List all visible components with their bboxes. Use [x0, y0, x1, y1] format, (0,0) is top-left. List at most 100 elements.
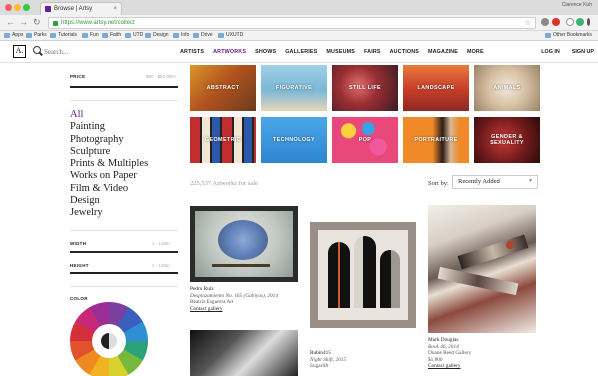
nav-artists[interactable]: ARTISTS — [180, 49, 204, 55]
width-range-text: 1 - 120in — [152, 241, 170, 246]
color-wheel-picker[interactable] — [70, 302, 148, 376]
contact-gallery-link[interactable]: Contact gallery — [428, 363, 538, 370]
tab-close-icon[interactable]: × — [113, 3, 117, 15]
nav-shows[interactable]: SHOWS — [255, 49, 276, 55]
divider — [70, 230, 178, 231]
category-prints-multiples[interactable]: Prints & Multiples — [70, 158, 148, 170]
tile-still-life[interactable]: STILL LIFE — [332, 65, 398, 111]
bookmark-drive[interactable]: Drive — [193, 31, 213, 40]
browser-toolbar: ← → ↻ https://www.artsy.net/collect ☆ — [0, 15, 598, 31]
grammarly-icon[interactable] — [576, 18, 584, 26]
bookmark-faith[interactable]: Faith — [102, 31, 121, 40]
tile-pop[interactable]: POP — [332, 117, 398, 163]
tab-title: Browse | Artsy — [54, 6, 93, 12]
nav-galleries[interactable]: GALLERIES — [285, 49, 317, 55]
tile-portraiture[interactable]: PORTRAITURE — [403, 117, 469, 163]
tile-gender-sexuality[interactable]: GENDER & SEXUALITY — [474, 117, 540, 163]
sort-dropdown[interactable]: Recently Added ▼ — [452, 175, 538, 189]
tile-landscape[interactable]: LANDSCAPE — [403, 65, 469, 111]
bookmark-star-icon[interactable]: ☆ — [525, 18, 531, 29]
url-text: https://www.artsy.net/collect — [61, 20, 135, 26]
search-input[interactable] — [44, 45, 164, 58]
nav-auctions[interactable]: AUCTIONS — [390, 49, 419, 55]
artwork-gallery[interactable]: Sugarlift — [310, 363, 420, 370]
category-works-on-paper[interactable]: Works on Paper — [70, 170, 148, 182]
results-count: 225,537 Artworks for sale — [190, 180, 258, 187]
artwork-gallery[interactable]: Beatriz Esguerra Art — [190, 299, 300, 306]
pinterest-icon[interactable] — [552, 18, 560, 26]
category-jewelry[interactable]: Jewelry — [70, 207, 148, 219]
search-icon — [33, 46, 41, 54]
nav-artworks[interactable]: ARTWORKS — [213, 49, 246, 55]
login-link[interactable]: LOG IN — [541, 49, 560, 55]
menu-icon[interactable] — [587, 18, 590, 26]
chevron-down-icon: ▼ — [528, 179, 533, 184]
back-arrow-icon[interactable]: ← — [6, 17, 15, 28]
extension-icon[interactable] — [541, 18, 549, 26]
category-photography[interactable]: Photography — [70, 134, 148, 146]
artwork-fold — [457, 234, 529, 270]
bookmark-uxutd[interactable]: UXUTD — [218, 31, 243, 40]
category-film-video[interactable]: Film & Video — [70, 183, 148, 195]
bookmark-utd[interactable]: UTD — [125, 31, 143, 40]
category-design[interactable]: Design — [70, 195, 148, 207]
width-filter-label: WIDTH — [70, 241, 87, 246]
window-minimize-button[interactable] — [14, 4, 21, 11]
category-sculpture[interactable]: Sculpture — [70, 146, 148, 158]
artwork-foliage — [218, 220, 268, 260]
tile-label: PORTRAITURE — [414, 137, 458, 143]
artwork-artist[interactable]: Pedro Ruiz — [190, 286, 300, 293]
bookmark-parks[interactable]: Parks — [26, 31, 47, 40]
profile-name[interactable]: Clarence Kuh — [562, 2, 592, 8]
artwork-shape — [380, 250, 400, 308]
category-painting[interactable]: Painting — [70, 121, 148, 133]
bookmarks-bar: Apps Parks Tutorials Fun Faith UTD Desig… — [0, 31, 598, 41]
artsy-logo[interactable]: A. — [13, 45, 26, 58]
address-bar[interactable]: https://www.artsy.net/collect ☆ — [48, 17, 536, 29]
window-zoom-button[interactable] — [23, 4, 30, 11]
artwork-image-rubin415[interactable] — [310, 222, 416, 328]
height-range-text: 1 - 120in — [152, 263, 170, 268]
forward-arrow-icon[interactable]: → — [19, 17, 28, 28]
artwork-image-bw-abstract[interactable] — [190, 330, 298, 376]
bookmark-info[interactable]: Info — [173, 31, 189, 40]
nav-museums[interactable]: MUSEUMS — [326, 49, 355, 55]
tile-animals[interactable]: ANIMALS — [474, 65, 540, 111]
width-slider[interactable] — [70, 251, 178, 253]
nav-fairs[interactable]: FAIRS — [364, 49, 381, 55]
bookmark-tutorials[interactable]: Tutorials — [50, 31, 77, 40]
artwork-gallery[interactable]: Duane Reed Gallery — [428, 350, 538, 357]
reload-icon[interactable]: ↻ — [33, 17, 41, 28]
font-extension-icon[interactable] — [566, 18, 574, 26]
artwork-caption: Pedro Ruiz Desplazamiento No. 165 (Gabiy… — [190, 286, 300, 312]
bookmark-other[interactable]: Other Bookmarks — [545, 31, 592, 40]
bookmark-apps[interactable]: Apps — [4, 31, 23, 40]
price-slider[interactable] — [70, 86, 178, 88]
sort-value: Recently Added — [458, 178, 500, 185]
tile-label: STILL LIFE — [348, 85, 382, 91]
bookmark-design[interactable]: Design — [145, 31, 169, 40]
artwork-artist[interactable]: Rubin415 — [310, 350, 420, 357]
bookmark-fun[interactable]: Fun — [82, 31, 99, 40]
black-white-swatch[interactable] — [101, 333, 117, 349]
nav-more[interactable]: MORE — [467, 49, 484, 55]
tile-abstract[interactable]: ABSTRACT — [190, 65, 256, 111]
price-filter-label: PRICE — [70, 74, 86, 79]
category-all[interactable]: All — [70, 109, 148, 121]
artwork-shape — [328, 242, 350, 308]
browser-tab[interactable]: Browse | Artsy × — [40, 2, 122, 15]
artwork-title: Book 46, 2014 — [428, 343, 459, 350]
artwork-image-pedro-ruiz[interactable] — [190, 206, 298, 282]
auth-links: LOG IN SIGN UP — [529, 41, 594, 63]
signup-link[interactable]: SIGN UP — [572, 49, 594, 55]
artwork-image-mark-douglas[interactable] — [428, 205, 536, 333]
contact-gallery-link[interactable]: Contact gallery — [190, 306, 300, 313]
tile-label: GENDER & SEXUALITY — [490, 134, 524, 146]
height-slider[interactable] — [70, 272, 178, 274]
tile-figurative[interactable]: FIGURATIVE — [261, 65, 327, 111]
window-close-button[interactable] — [5, 4, 12, 11]
artwork-artist[interactable]: Mark Douglas — [428, 337, 538, 344]
tile-geometric[interactable]: GEOMETRIC — [190, 117, 256, 163]
tile-technology[interactable]: TECHNOLOGY — [261, 117, 327, 163]
nav-magazine[interactable]: MAGAZINE — [428, 49, 458, 55]
